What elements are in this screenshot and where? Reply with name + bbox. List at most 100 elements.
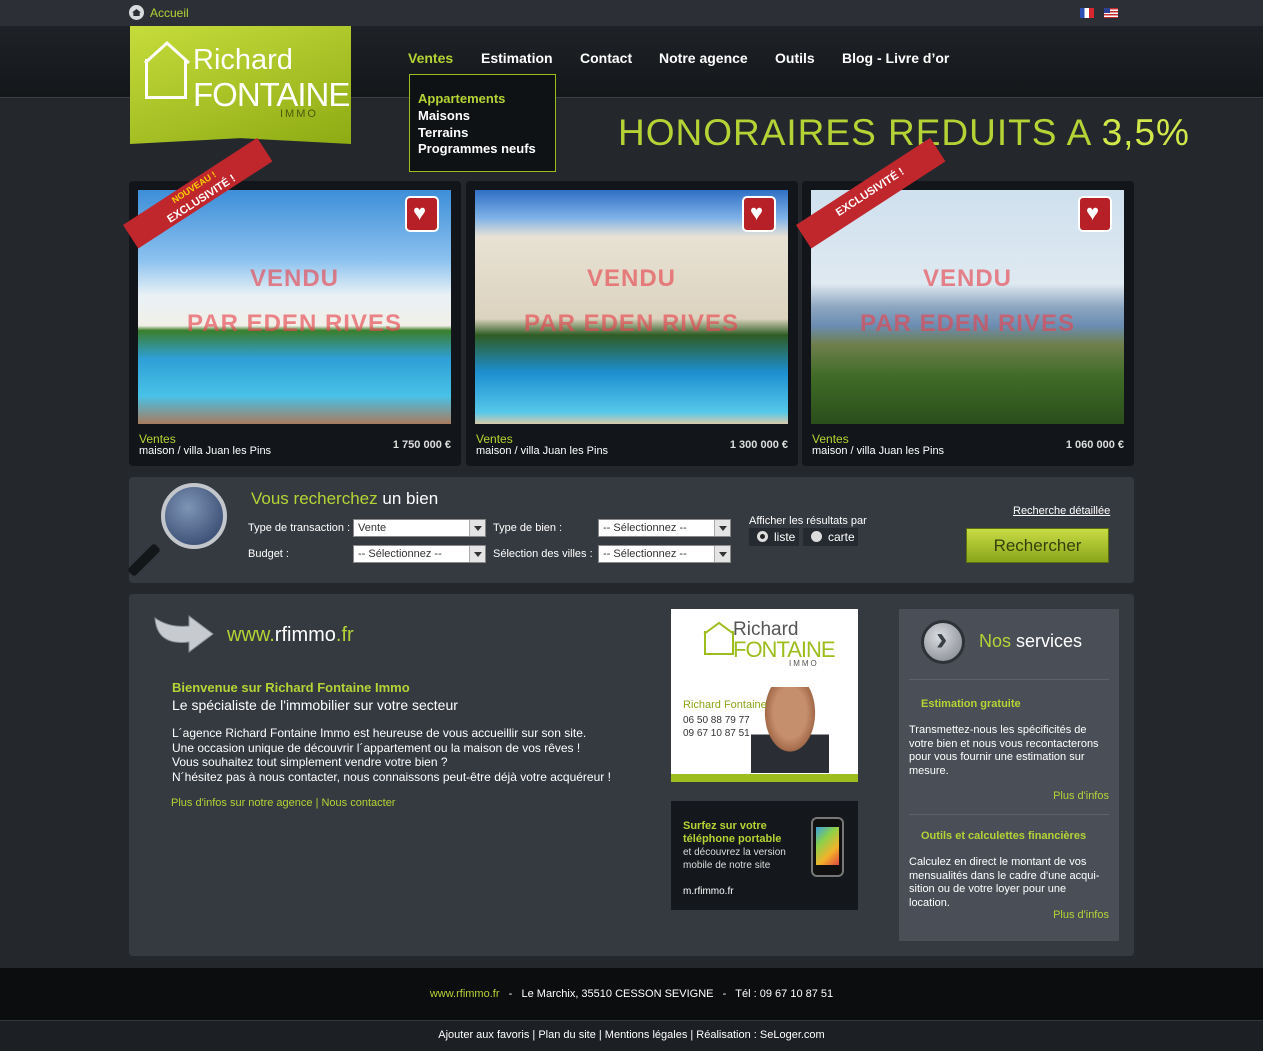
listing-price: 1 300 000 €	[729, 439, 788, 451]
footer-contact: www.rfimmo.fr - Le Marchix, 35510 CESSON…	[429, 988, 834, 1000]
advanced-search-link[interactable]: Recherche détaillée	[1013, 505, 1110, 517]
dropdown-programmes-neufs[interactable]: Programmes neufs	[418, 141, 536, 156]
mobile-promo-text: et découvrez la version mobile de notre …	[683, 846, 786, 872]
mobile-url[interactable]: m.rfimmo.fr	[683, 886, 734, 897]
nav-estimation[interactable]: Estimation	[481, 50, 553, 66]
listing-price: 1 060 000 €	[1065, 439, 1124, 451]
dropdown-maisons[interactable]: Maisons	[418, 108, 470, 123]
more-info-tools-link[interactable]: Plus d'infos	[1053, 909, 1109, 921]
divider	[909, 814, 1109, 815]
nav-notre-agence[interactable]: Notre agence	[659, 50, 748, 66]
sold-overlay: VENDU	[586, 265, 676, 292]
nav-ventes[interactable]: Ventes	[408, 50, 453, 66]
listing-photo[interactable]: VENDU PAR EDEN RIVES	[811, 190, 1124, 424]
listing-price: 1 750 000 €	[392, 439, 451, 451]
listing-photo[interactable]: VENDU PAR EDEN RIVES	[138, 190, 451, 424]
chevron-down-icon	[469, 520, 485, 536]
bien-select[interactable]: -- Sélectionnez --	[598, 519, 731, 537]
agent-phone-landline: 09 67 10 87 51	[683, 728, 750, 739]
agent-name: Richard Fontaine	[683, 699, 767, 711]
favorite-heart-icon[interactable]	[1078, 196, 1112, 232]
service-line: mensualités dans le cadre d'une acqui-	[909, 869, 1100, 882]
site-title: www.rfimmo.fr	[227, 624, 354, 647]
listing-card[interactable]: VENDU PAR EDEN RIVES EXCLUSIVITÉ ! Vente…	[796, 137, 1134, 466]
more-info-estimation-link[interactable]: Plus d'infos	[1053, 790, 1109, 802]
english-flag-icon[interactable]	[1104, 8, 1118, 18]
dropdown-terrains[interactable]: Terrains	[418, 125, 468, 140]
villes-select[interactable]: -- Sélectionnez --	[598, 545, 731, 563]
listing-card[interactable]: VENDU PAR EDEN RIVES Ventes maison / vil…	[466, 181, 798, 466]
results-label: Afficher les résultats par	[749, 515, 867, 527]
radio-map-label: carte	[828, 530, 855, 544]
logo[interactable]: Richard FONTAINE IMMO	[130, 26, 351, 144]
transaction-value: Vente	[358, 522, 387, 534]
chevron-down-icon	[714, 520, 730, 536]
services-title-white: services	[1016, 631, 1083, 651]
bien-label: Type de bien :	[493, 522, 563, 534]
tagline: HONORAIRES REDUITS A 3,5%	[618, 112, 1190, 154]
magnifier-handle	[127, 543, 161, 577]
footer-address: Le Marchix, 35510 CESSON SEVIGNE	[521, 988, 714, 1000]
divider	[909, 679, 1109, 680]
service-heading-estimation[interactable]: Estimation gratuite	[921, 698, 1021, 710]
intro-line: L´agence Richard Fontaine Immo est heure…	[172, 726, 587, 740]
favorite-heart-icon[interactable]	[742, 196, 776, 232]
radio-map[interactable]	[811, 531, 822, 542]
home-link[interactable]: Accueil	[150, 6, 189, 20]
service-line: Transmettez-nous les spécificités de	[909, 724, 1087, 736]
footer-phone: Tél : 09 67 10 87 51	[735, 988, 834, 1000]
logo-fontaine: FONTAINE	[193, 76, 350, 113]
radio-map-option[interactable]: carte	[803, 528, 858, 546]
agency-contact-links[interactable]: Plus d'infos sur notre agence | Nous con…	[171, 797, 395, 809]
profile-logo-roof-icon	[703, 621, 735, 635]
top-bar: Accueil	[0, 0, 1263, 26]
welcome-heading: Bienvenue sur Richard Fontaine Immo	[172, 680, 410, 695]
service-text-tools: Calculez en direct le montant de vos men…	[909, 856, 1109, 910]
search-button[interactable]: Rechercher	[966, 528, 1109, 563]
footer-links[interactable]: Ajouter aux favoris | Plan du site | Men…	[0, 1029, 1263, 1041]
mobile-title-line: téléphone portable	[683, 833, 782, 845]
villes-label: Sélection des villes :	[493, 548, 593, 560]
budget-value: -- Sélectionnez --	[358, 548, 442, 560]
sold-by-overlay: PAR EDEN RIVES	[860, 310, 1075, 337]
listing-card[interactable]: VENDU PAR EDEN RIVES NOUVEAU ! EXCLUSIVI…	[123, 137, 461, 466]
listing-category: Ventes	[812, 432, 849, 446]
smartphone-icon	[811, 817, 844, 877]
favorite-heart-icon[interactable]	[405, 196, 439, 232]
agent-card[interactable]: Richard FONTAINE IMMO Richard Fontaine 0…	[671, 609, 858, 782]
main-content: www.rfimmo.fr Bienvenue sur Richard Font…	[129, 594, 1134, 956]
curved-arrow-icon	[154, 615, 214, 653]
bien-value: -- Sélectionnez --	[603, 522, 687, 534]
mobile-title-line: Surfez sur votre	[683, 820, 767, 832]
search-title: Vous recherchez un bien	[251, 489, 438, 509]
mobile-text-line: mobile de notre site	[683, 860, 771, 871]
listing-description: maison / villa Juan les Pins	[476, 445, 609, 457]
site-suffix: .fr	[335, 624, 354, 646]
listing-photo[interactable]: VENDU PAR EDEN RIVES	[475, 190, 788, 424]
chevron-down-icon	[469, 546, 485, 562]
nav-outils[interactable]: Outils	[775, 50, 815, 66]
mobile-site-promo[interactable]: Surfez sur votre téléphone portable et d…	[671, 801, 858, 910]
service-text-estimation: Transmettez-nous les spécificités de vot…	[909, 724, 1109, 778]
bottom-bar: Ajouter aux favoris | Plan du site | Men…	[0, 1020, 1263, 1051]
sold-overlay: VENDU	[249, 265, 339, 292]
budget-select[interactable]: -- Sélectionnez --	[353, 545, 486, 563]
sold-by-overlay: PAR EDEN RIVES	[524, 310, 739, 337]
nav-contact[interactable]: Contact	[580, 50, 632, 66]
dropdown-appartements[interactable]: Appartements	[418, 91, 505, 106]
home-icon[interactable]	[129, 5, 144, 20]
french-flag-icon[interactable]	[1080, 8, 1094, 18]
footer-site-link[interactable]: www.rfimmo.fr	[430, 988, 500, 1000]
service-line: sition ou de votre loyer pour une locati…	[909, 883, 1067, 909]
listing-category: Ventes	[139, 432, 176, 446]
service-heading-tools[interactable]: Outils et calculettes financières	[921, 830, 1086, 842]
service-line: votre bien et nous vous recontacterons	[909, 737, 1099, 750]
nav-blog[interactable]: Blog - Livre d’or	[842, 50, 949, 66]
logo-roof-icon	[143, 40, 191, 64]
radio-list-option[interactable]: liste	[749, 528, 799, 546]
radio-list[interactable]	[757, 531, 768, 542]
services-title-green: Nos	[979, 631, 1012, 651]
chevron-right-icon	[921, 620, 965, 664]
transaction-select[interactable]: Vente	[353, 519, 486, 537]
tagline-value: 3,5%	[1101, 112, 1190, 153]
